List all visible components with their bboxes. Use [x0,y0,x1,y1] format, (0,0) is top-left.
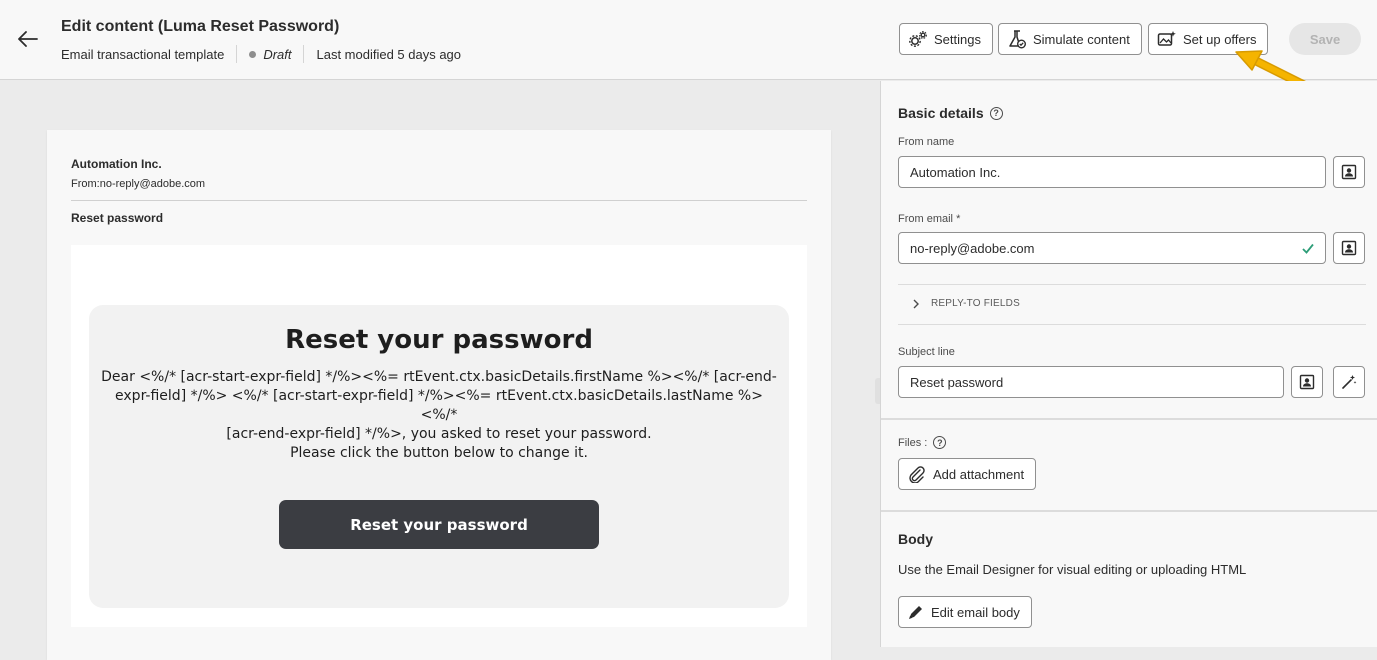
subject-line-label: Subject line [898,346,955,358]
subject-line-value: Reset password [910,374,1004,390]
from-email-label: From email * [898,213,960,225]
simulate-content-button[interactable]: Simulate content [998,23,1142,55]
paragraph-line: [acr-end-expr-field] */%>, you asked to … [226,426,652,442]
reply-to-label: REPLY-TO FIELDS [931,298,1020,309]
personalization-button[interactable] [1333,232,1365,264]
email-subject: Reset password [71,211,164,225]
reset-password-button[interactable]: Reset your password [279,500,599,549]
status-badge: Draft [263,46,292,62]
from-email-label-text: From email [898,213,954,225]
email-paragraph: Dear <%/* [acr-start-expr-field] */%><%=… [99,368,779,463]
from-name-label: From name [898,136,955,148]
template-type: Email transactional template [61,46,225,62]
simulate-content-label: Simulate content [1033,31,1130,47]
from-email-value: no-reply@adobe.com [910,240,1035,256]
ai-assistant-button[interactable] [1333,366,1365,398]
page-title: Edit content (Luma Reset Password) [61,18,340,35]
magic-wand-icon [1342,375,1357,389]
edit-email-body-button[interactable]: Edit email body [898,596,1032,628]
divider [71,200,807,201]
profile-card-icon [1341,164,1357,180]
from-name-value: Automation Inc. [910,164,1001,180]
email-body: Reset your password Dear <%/* [acr-start… [71,245,807,627]
body-heading: Body [898,531,933,547]
basic-details-heading: Basic details ? [898,105,1003,121]
personalization-button[interactable] [1333,156,1365,188]
section-divider [881,510,1377,512]
subject-line-input[interactable]: Reset password [898,366,1284,398]
email-preview-card: Automation Inc. From:no-reply@adobe.com … [47,130,831,660]
header-bar: Edit content (Luma Reset Password) Email… [0,0,1377,91]
properties-panel: Basic details ? From name Automation Inc… [880,81,1377,647]
help-icon[interactable]: ? [933,436,947,449]
paragraph-line: expr-field] */%> <%/* [acr-start-expr-fi… [115,388,763,423]
help-icon[interactable]: ? [989,106,1003,120]
basic-details-label: Basic details [898,105,984,121]
edit-email-body-label: Edit email body [931,604,1020,620]
back-arrow-icon[interactable] [16,27,40,51]
settings-button[interactable]: Settings [899,23,993,55]
email-preview-canvas: Automation Inc. From:no-reply@adobe.com … [0,81,880,660]
profile-card-icon [1299,374,1315,390]
page-meta: Email transactional template Draft Last … [61,44,461,64]
section-divider [881,418,1377,420]
files-label-text: Files : [898,436,928,449]
required-asterisk: * [956,213,961,225]
add-attachment-label: Add attachment [933,466,1025,482]
paperclip-icon [909,466,925,483]
from-address: From:no-reply@adobe.com [71,178,206,190]
flask-icon [1009,30,1026,49]
pencil-icon [909,606,922,619]
from-email-input[interactable]: no-reply@adobe.com [898,232,1326,264]
profile-card-icon [1341,240,1357,256]
email-heading: Reset your password [285,325,593,355]
image-sparkle-icon [1157,31,1176,46]
divider [898,284,1366,285]
separator [303,45,305,63]
files-label: Files : ? [898,436,947,449]
add-attachment-button[interactable]: Add attachment [898,458,1037,490]
divider [898,324,1366,325]
set-up-offers-label: Set up offers [1183,31,1257,47]
status-dot [249,50,257,58]
separator [236,45,238,63]
checkmark-icon [1302,243,1314,254]
last-modified: Last modified 5 days ago [316,46,462,62]
personalization-button[interactable] [1291,366,1323,398]
sender-name: Automation Inc. [71,157,162,171]
paragraph-line: Please click the button below to change … [290,445,588,461]
gears-icon [909,31,927,47]
body-description: Use the Email Designer for visual editin… [898,562,1247,577]
reply-to-fields-toggle[interactable]: REPLY-TO FIELDS [912,298,1020,309]
from-name-input[interactable]: Automation Inc. [898,156,1326,188]
paragraph-line: Dear <%/* [acr-start-expr-field] */%><%=… [101,369,777,385]
reset-content-box: Reset your password Dear <%/* [acr-start… [89,305,789,608]
chevron-right-icon [913,299,919,308]
settings-label: Settings [934,31,981,47]
